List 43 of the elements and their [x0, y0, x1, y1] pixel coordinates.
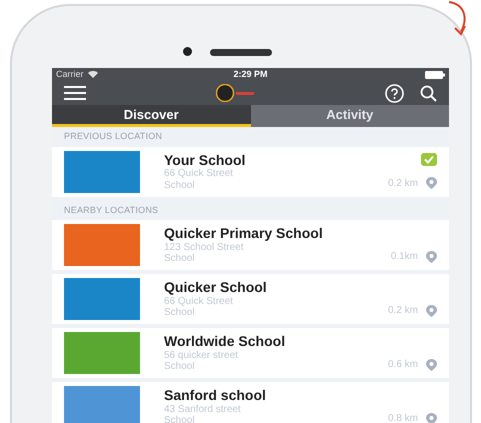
school-address: 56 quicker street: [164, 350, 239, 362]
distance-label: 0.2 km: [388, 176, 418, 190]
distance-label: 0.8 km: [388, 412, 418, 423]
location-pin-icon: [426, 358, 437, 370]
carrier-label: Carrier: [56, 68, 84, 81]
location-pin-icon: [426, 177, 437, 189]
school-address: 66 Quick Street: [164, 168, 234, 180]
distance-label: 0.6 km: [388, 358, 418, 372]
app-logo-icon: [216, 84, 256, 102]
location-card[interactable]: Worldwide School 56 quicker street School 0.6 km: [52, 328, 449, 378]
section-heading: NEARBY LOCATIONS: [63, 204, 160, 216]
tab[interactable]: Discover: [52, 105, 250, 127]
speaker-icon: [210, 49, 272, 56]
location-pin-icon: [426, 412, 437, 423]
school-name: Worldwide School: [164, 333, 286, 350]
clock-label: 2:29 PM: [233, 68, 268, 81]
location-card[interactable]: Quicker Primary School 123 School Street School 0.1km: [52, 220, 449, 270]
help-icon[interactable]: [385, 84, 404, 102]
school-name: Your School: [164, 152, 246, 168]
school-type: School: [164, 253, 196, 265]
search-icon[interactable]: [420, 84, 437, 102]
location-card[interactable]: Sanford school 43 Sanford street School 0.8 km: [52, 382, 449, 423]
school-type: School: [164, 415, 196, 423]
location-pin-icon: [426, 250, 437, 262]
school-name: Sanford school: [164, 387, 267, 404]
wifi-icon: [88, 71, 98, 78]
location-pin-icon: [426, 304, 437, 316]
distance-label: 0.2 km: [388, 304, 418, 318]
location-card[interactable]: Your School 66 Quick Street School 0.2 km: [52, 146, 449, 196]
school-name: Quicker Primary School: [164, 225, 324, 242]
school-type: School: [164, 180, 196, 192]
battery-icon: [424, 70, 445, 78]
school-type: School: [164, 307, 196, 319]
section-heading: PREVIOUS LOCATION: [63, 130, 164, 143]
school-address: 43 Sanford street: [164, 404, 242, 416]
distance-label: 0.1km: [390, 250, 418, 264]
school-address: 66 Quick Street: [164, 296, 234, 308]
school-address: 123 School Street: [164, 242, 244, 254]
location-card[interactable]: Quicker School 66 Quick Street School 0.2 km: [52, 274, 449, 324]
menu-icon[interactable]: [64, 86, 86, 100]
school-type: School: [164, 361, 196, 373]
school-name: Quicker School: [164, 279, 268, 296]
tab[interactable]: Activity: [250, 105, 449, 127]
